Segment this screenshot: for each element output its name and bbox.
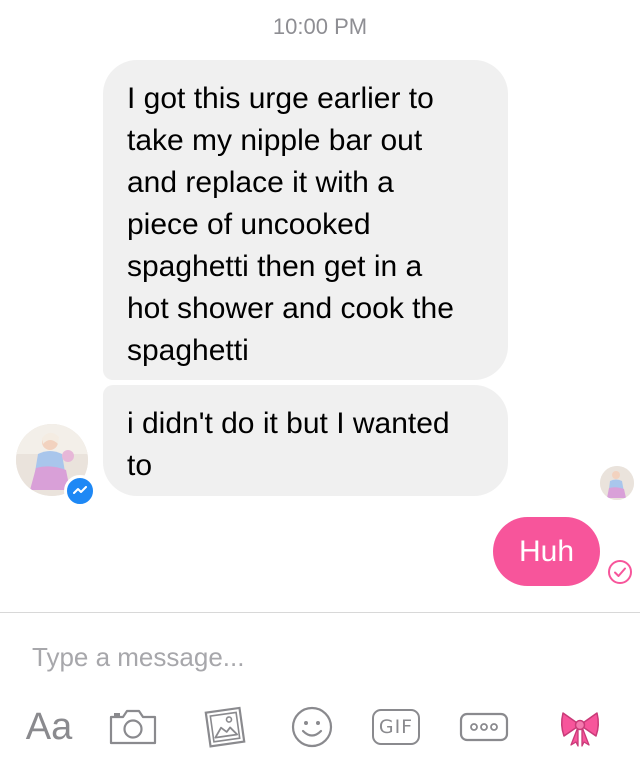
- emoji-button[interactable]: [286, 700, 338, 754]
- sent-check-icon: [608, 560, 632, 584]
- camera-button[interactable]: [104, 700, 162, 754]
- read-receipt-avatar: [600, 466, 634, 500]
- gif-button[interactable]: GIF: [368, 700, 424, 754]
- outgoing-message-bubble[interactable]: Huh: [493, 517, 600, 586]
- text-format-button[interactable]: Aa: [16, 700, 82, 754]
- more-icon: [459, 712, 509, 742]
- bow-icon: [560, 712, 600, 747]
- incoming-message-bubble[interactable]: I got this urge earlier to take my nippl…: [103, 60, 508, 380]
- composer-divider: [0, 612, 640, 613]
- message-timestamp: 10:00 PM: [272, 14, 368, 39]
- more-options-button[interactable]: [456, 700, 512, 754]
- camera-icon: [109, 709, 157, 745]
- incoming-message-bubble[interactable]: i didn't do it but I wanted to: [103, 385, 508, 496]
- sticker-button[interactable]: [552, 700, 608, 754]
- message-input[interactable]: [32, 640, 592, 674]
- gallery-icon: [204, 706, 246, 748]
- gallery-button[interactable]: [198, 700, 254, 754]
- messenger-icon: [64, 475, 96, 507]
- emoji-icon: [291, 706, 333, 748]
- gif-icon: GIF: [372, 709, 420, 745]
